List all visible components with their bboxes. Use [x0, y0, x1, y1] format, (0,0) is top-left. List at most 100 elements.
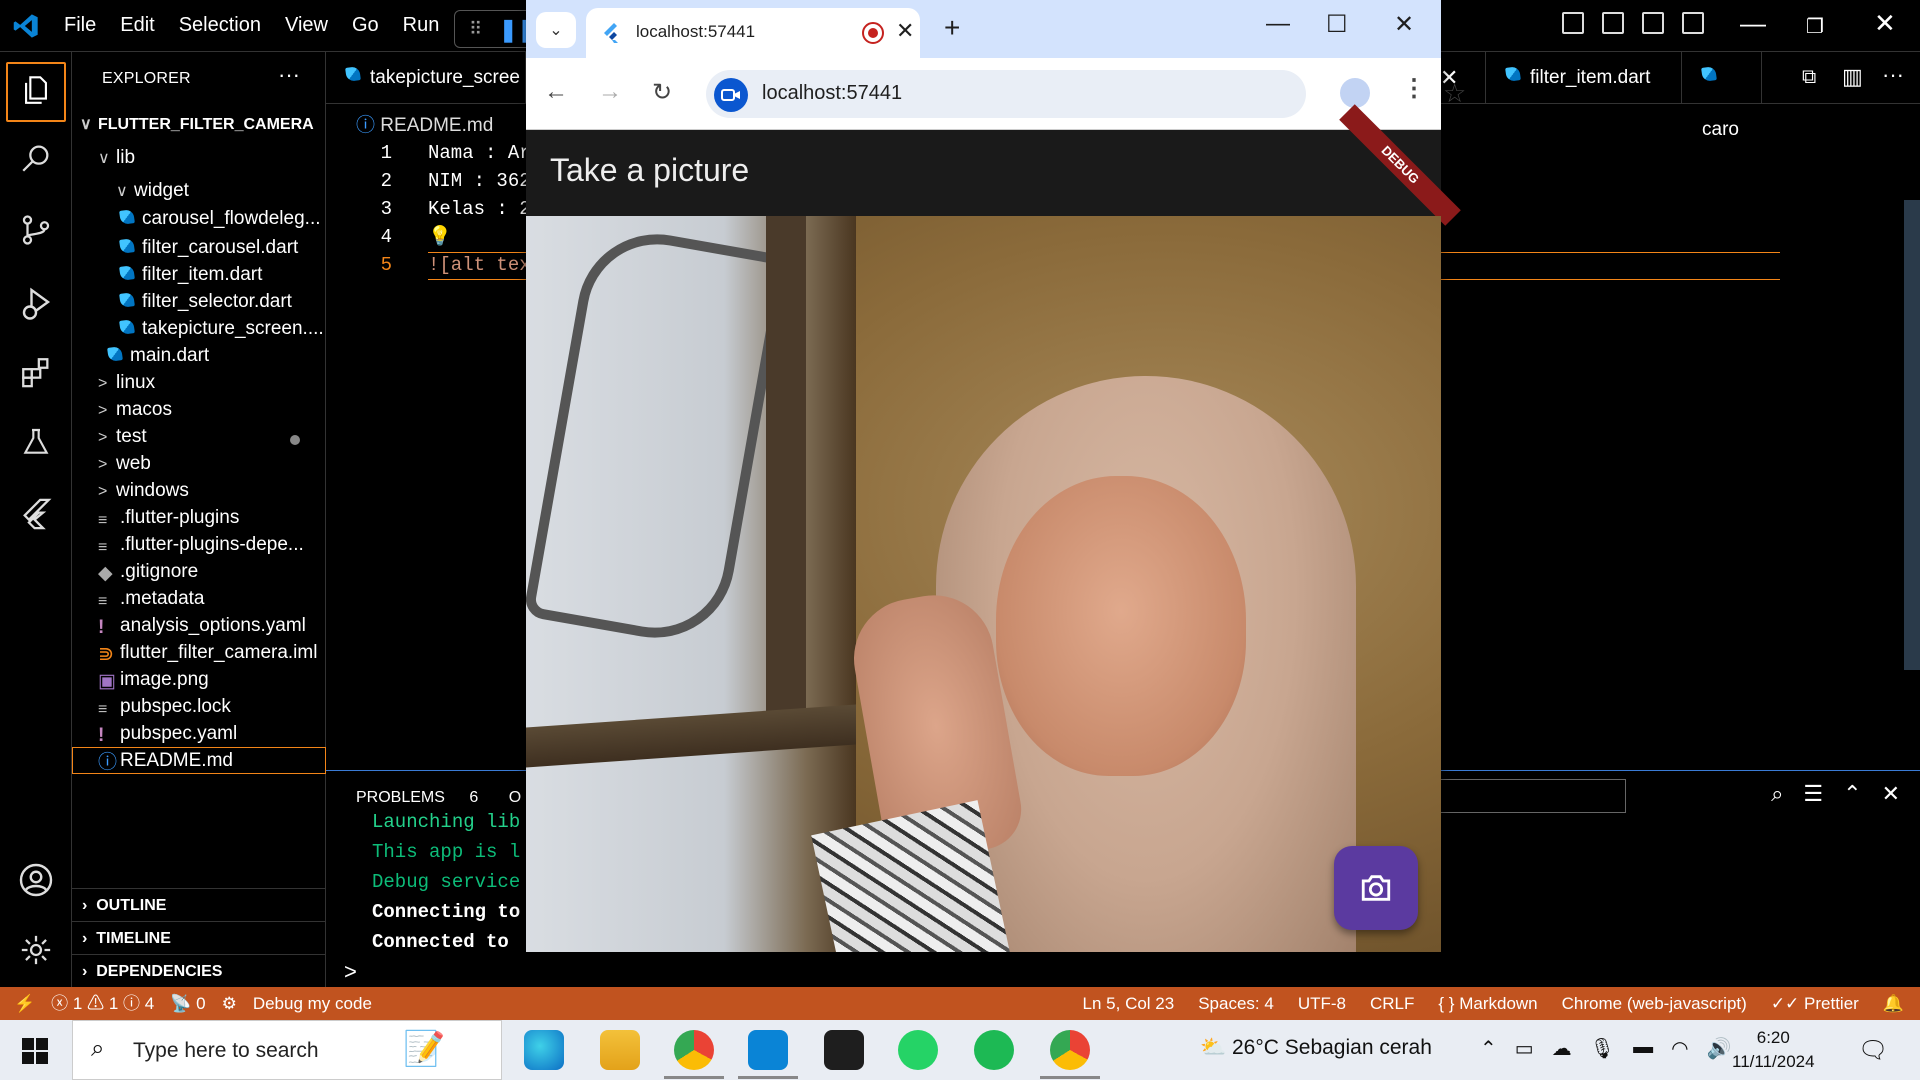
- section-outline[interactable]: › OUTLINE: [72, 888, 326, 921]
- manage-gear-icon[interactable]: [14, 928, 58, 972]
- indentation[interactable]: Spaces: 4: [1198, 987, 1274, 1020]
- tree-folder[interactable]: > windows: [72, 477, 326, 504]
- tree-file[interactable]: ≡ .flutter-plugins: [72, 504, 326, 531]
- take-picture-button[interactable]: [1334, 846, 1418, 930]
- problems-status[interactable]: ⓧ 1 ⚠ 1 ⓘ 4: [51, 987, 154, 1020]
- run-debug-icon[interactable]: [14, 280, 58, 324]
- tree-folder[interactable]: > test: [72, 423, 326, 450]
- file-explorer-icon[interactable]: [600, 1030, 640, 1070]
- close-tab-icon[interactable]: ✕: [896, 18, 914, 44]
- search-icon[interactable]: [14, 136, 58, 180]
- menu-go[interactable]: Go: [352, 14, 379, 37]
- open-changes-icon[interactable]: ⧉: [1802, 66, 1816, 89]
- minimize-icon[interactable]: —: [1266, 10, 1290, 38]
- battery-icon[interactable]: ▬: [1633, 1036, 1653, 1061]
- chrome-profile-icon[interactable]: [674, 1030, 714, 1070]
- section-timeline[interactable]: › TIMELINE: [72, 921, 326, 954]
- tree-file[interactable]: ≡ pubspec.lock: [72, 693, 326, 720]
- address-bar[interactable]: localhost:57441 ☆: [706, 70, 1466, 118]
- tree-file[interactable]: filter_selector.dart: [72, 288, 326, 315]
- restore-icon[interactable]: ❐: [1806, 14, 1824, 39]
- tree-file[interactable]: ◆ .gitignore: [72, 558, 326, 585]
- remote-icon[interactable]: ⚡: [14, 987, 35, 1020]
- split-editor-icon[interactable]: ▥: [1842, 64, 1863, 90]
- tree-folder[interactable]: > linux: [72, 369, 326, 396]
- reload-icon[interactable]: ↻: [652, 78, 672, 107]
- menu-edit[interactable]: Edit: [120, 14, 154, 37]
- menu-file[interactable]: File: [64, 14, 96, 37]
- tree-file[interactable]: filter_item.dart: [72, 261, 326, 288]
- tab-output[interactable]: O: [509, 789, 521, 806]
- debug-target[interactable]: Chrome (web-javascript): [1562, 987, 1747, 1020]
- line-ending[interactable]: CRLF: [1370, 987, 1414, 1020]
- windows-start-icon[interactable]: [22, 1038, 48, 1064]
- tree-file[interactable]: ⋑ flutter_filter_camera.iml: [72, 639, 326, 666]
- back-icon[interactable]: ←: [544, 78, 568, 106]
- tab-problems[interactable]: PROBLEMS: [356, 789, 445, 806]
- chrome-icon[interactable]: [1050, 1030, 1090, 1070]
- customize-layout-icon[interactable]: [1682, 12, 1704, 34]
- vscode-taskbar-icon[interactable]: [748, 1030, 788, 1070]
- more-actions-icon[interactable]: ···: [1882, 62, 1904, 88]
- breadcrumb-file[interactable]: README.md: [380, 115, 493, 136]
- new-tab-icon[interactable]: +: [944, 12, 960, 44]
- menu-run[interactable]: Run: [403, 14, 440, 37]
- editor-scrollbar[interactable]: [1904, 200, 1920, 670]
- more-menu-icon[interactable]: ⋮: [1402, 74, 1426, 103]
- menu-selection[interactable]: Selection: [179, 14, 261, 37]
- edge-icon[interactable]: [524, 1030, 564, 1070]
- tree-folder-widget[interactable]: ∨ widget: [72, 174, 326, 207]
- taskbar-search[interactable]: ⌕ Type here to search 📝: [72, 1020, 502, 1080]
- menu-view[interactable]: View: [285, 14, 328, 37]
- notification-center-icon[interactable]: 🗨: [1858, 1036, 1888, 1065]
- extensions-icon[interactable]: [14, 350, 58, 394]
- chevron-up-icon[interactable]: ⌃: [1480, 1036, 1497, 1061]
- section-dependencies[interactable]: › DEPENDENCIES: [72, 954, 326, 987]
- flutter-icon[interactable]: [14, 492, 58, 536]
- tree-file[interactable]: ▣ image.png: [72, 666, 326, 693]
- onedrive-icon[interactable]: ☁: [1552, 1036, 1572, 1061]
- tab-search-button[interactable]: ⌄: [536, 12, 576, 48]
- tree-file[interactable]: ≡ .flutter-plugins-depe...: [72, 531, 326, 558]
- lightbulb-icon[interactable]: 💡: [428, 224, 452, 248]
- terminal-prompt[interactable]: >: [344, 959, 357, 985]
- cursor-position[interactable]: Ln 5, Col 23: [1083, 987, 1175, 1020]
- explorer-icon[interactable]: [14, 68, 58, 112]
- volume-icon[interactable]: 🔊: [1707, 1036, 1732, 1061]
- device-icon[interactable]: ▭: [1515, 1036, 1534, 1061]
- close-icon[interactable]: ✕: [1394, 10, 1414, 39]
- search-icon[interactable]: ⌕: [1771, 781, 1783, 807]
- tree-file[interactable]: takepicture_screen....: [72, 315, 326, 342]
- toggle-panel-icon[interactable]: [1602, 12, 1624, 34]
- language-mode[interactable]: { } Markdown: [1438, 987, 1537, 1020]
- tree-root[interactable]: ∨ FLUTTER_FILTER_CAMERA: [72, 108, 326, 141]
- weather-widget[interactable]: ⛅ 26°C Sebagian cerah: [1200, 1036, 1432, 1060]
- drag-handle-icon[interactable]: ⠿: [469, 19, 483, 40]
- whatsapp-icon[interactable]: [898, 1030, 938, 1070]
- figma-icon[interactable]: [824, 1030, 864, 1070]
- minimize-icon[interactable]: —: [1740, 8, 1766, 39]
- tree-folder-lib[interactable]: ∨ lib: [72, 141, 326, 174]
- debug-status[interactable]: Debug my code: [253, 987, 372, 1020]
- microphone-icon[interactable]: 🎙: [1590, 1036, 1615, 1061]
- testing-icon[interactable]: [14, 420, 58, 464]
- bookmark-star-icon[interactable]: ☆: [1443, 78, 1466, 109]
- tree-file[interactable]: ! analysis_options.yaml: [72, 612, 326, 639]
- chevron-up-icon[interactable]: ⌃: [1843, 781, 1861, 807]
- tree-folder[interactable]: > web: [72, 450, 326, 477]
- notifications-bell-icon[interactable]: 🔔: [1883, 987, 1904, 1020]
- tree-file[interactable]: filter_carousel.dart: [72, 234, 326, 261]
- clear-icon[interactable]: ☰: [1803, 781, 1823, 807]
- toggle-secondary-sidebar-icon[interactable]: [1642, 12, 1664, 34]
- spotify-icon[interactable]: [974, 1030, 1014, 1070]
- tree-file-selected[interactable]: ⓘ README.md: [72, 747, 326, 774]
- tree-file[interactable]: ≡ .metadata: [72, 585, 326, 612]
- browser-tab[interactable]: localhost:57441 ✕: [586, 8, 920, 58]
- clock[interactable]: 6:20 11/11/2024: [1732, 1026, 1815, 1074]
- tab-takepicture[interactable]: takepicture_scree: [326, 52, 526, 104]
- ports-status[interactable]: 📡 0: [170, 987, 205, 1020]
- wifi-icon[interactable]: ◠: [1671, 1036, 1688, 1061]
- explorer-more-button[interactable]: ···: [278, 62, 300, 88]
- tree-file[interactable]: ! pubspec.yaml: [72, 720, 326, 747]
- camera-in-use-icon[interactable]: [714, 78, 748, 112]
